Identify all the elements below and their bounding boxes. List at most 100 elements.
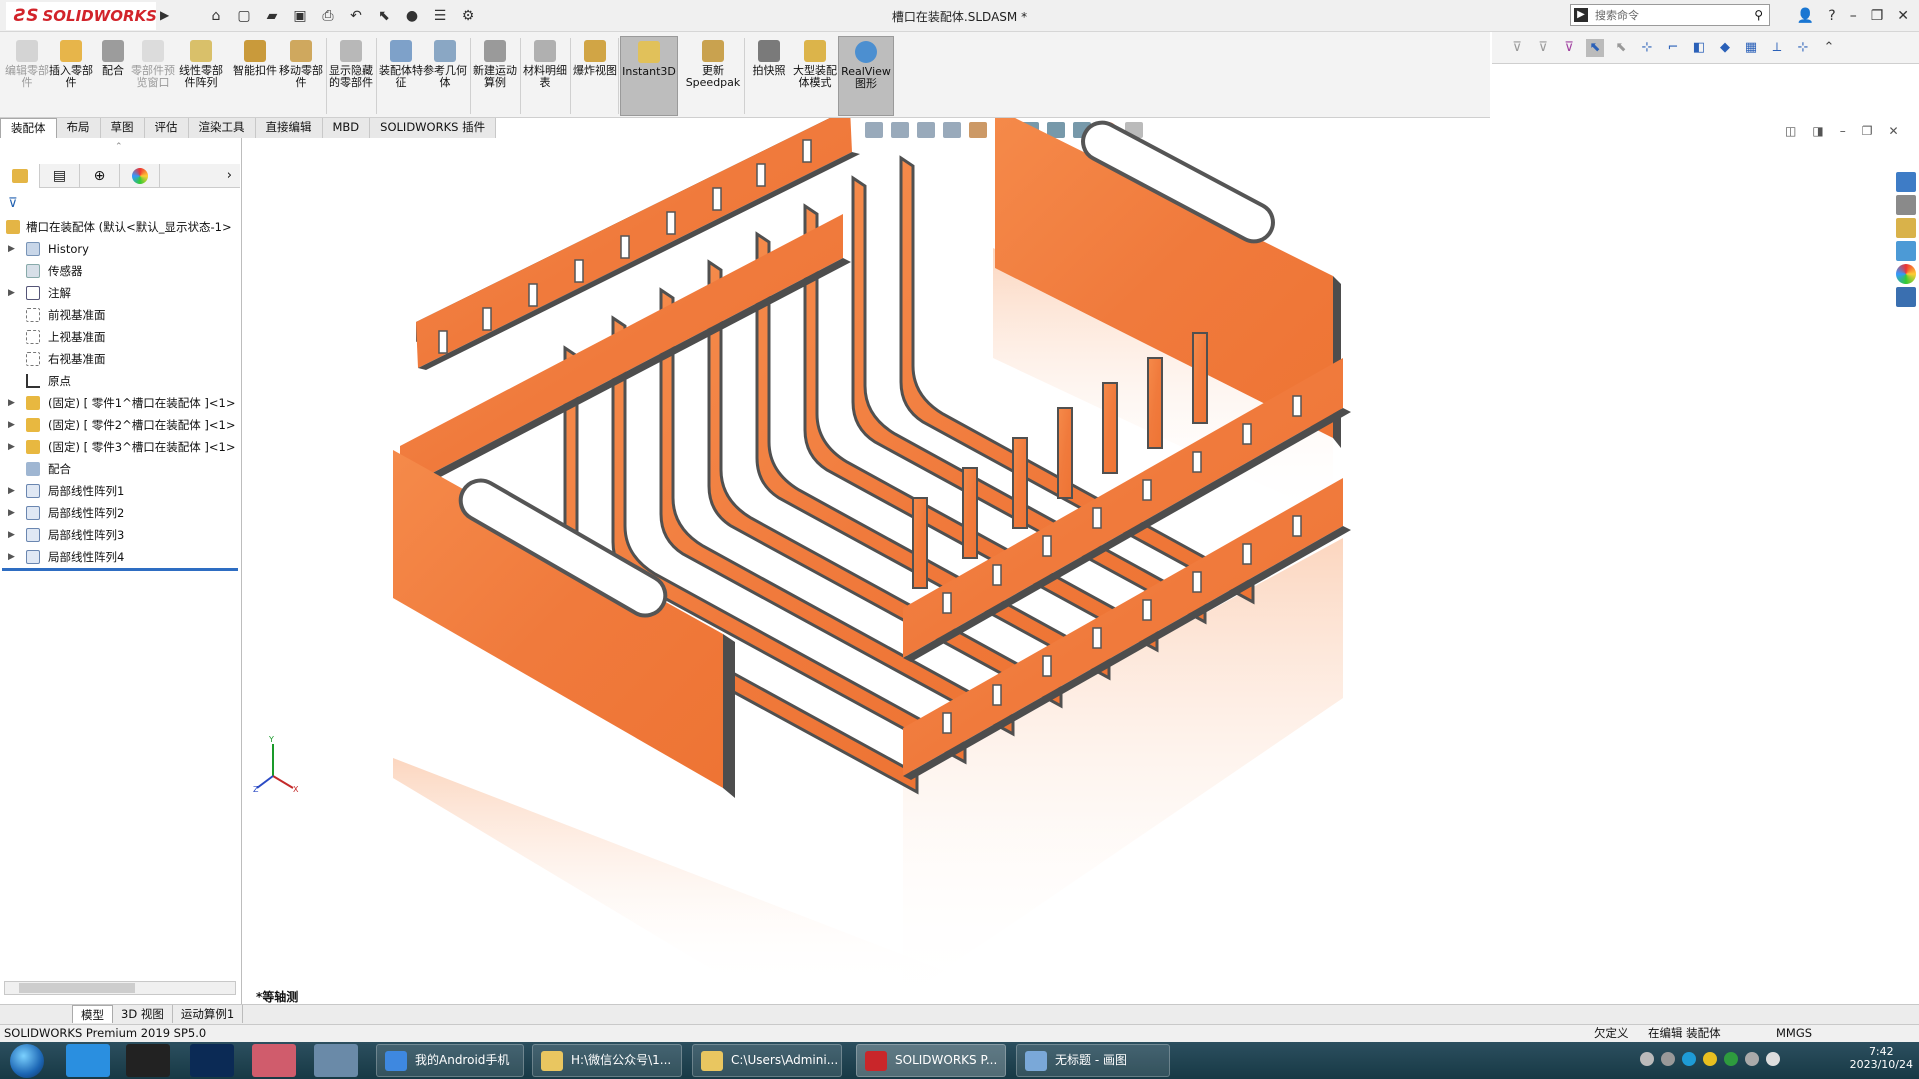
tree-item-pattern1[interactable]: ▶ 局部线性阵列1: [0, 480, 240, 502]
filter-components-icon[interactable]: ▦: [1742, 39, 1760, 57]
tree-item-annotations[interactable]: ▶ 注解: [0, 282, 240, 304]
take-snapshot-button[interactable]: 拍快照: [746, 36, 792, 116]
tab-model[interactable]: 模型: [72, 1005, 113, 1023]
graphics-area[interactable]: Y X Z: [243, 118, 1893, 1004]
realview-graphics-button[interactable]: RealView图形: [838, 36, 894, 116]
new-motion-study-button[interactable]: 新建运动算例: [472, 36, 518, 116]
show-hidden-components-button[interactable]: 显示隐藏的零部件: [328, 36, 374, 116]
rebuild-icon[interactable]: ●: [401, 5, 423, 27]
start-button[interactable]: [10, 1044, 44, 1078]
update-speedpak-button[interactable]: 更新Speedpak: [684, 36, 742, 116]
search-box[interactable]: ▶ 搜索命令 ⚲: [1570, 4, 1770, 26]
open-icon[interactable]: ▰: [261, 5, 283, 27]
view-palette-icon[interactable]: [1896, 241, 1916, 261]
tab-layout[interactable]: 布局: [56, 118, 101, 138]
select-icon[interactable]: ⬉: [373, 5, 395, 27]
horizontal-scrollbar[interactable]: [4, 981, 236, 995]
filter-vertices-icon[interactable]: ⊹: [1638, 39, 1656, 57]
filter-solid-bodies-icon[interactable]: ◆: [1716, 39, 1734, 57]
app-icon[interactable]: [126, 1044, 170, 1077]
appearances-icon[interactable]: [1896, 264, 1916, 284]
exploded-view-button[interactable]: 爆炸视图: [572, 36, 618, 116]
undo-icon[interactable]: ↶: [345, 5, 367, 27]
file-properties-icon[interactable]: ☰: [429, 5, 451, 27]
panel-collapse-icon[interactable]: ⌃: [115, 142, 123, 152]
tree-item-part2[interactable]: ▶ (固定) [ 零件2^槽口在装配体 ]<1>: [0, 414, 240, 436]
tab-display-manager[interactable]: [120, 164, 160, 188]
taskbar-folder-users[interactable]: C:\Users\Admini...: [692, 1044, 842, 1077]
tab-feature-manager[interactable]: [0, 164, 40, 188]
tree-item-pattern3[interactable]: ▶ 局部线性阵列3: [0, 524, 240, 546]
restore-icon[interactable]: ❐: [1871, 8, 1884, 24]
component-preview-button[interactable]: 零部件预览窗口: [130, 36, 176, 116]
expand-icon[interactable]: ▶: [8, 524, 15, 546]
rollback-bar[interactable]: [2, 568, 238, 571]
expand-icon[interactable]: ▶: [8, 436, 15, 458]
tree-item-top-plane[interactable]: 上视基准面: [0, 326, 240, 348]
assembly-features-button[interactable]: 装配体特征: [378, 36, 424, 116]
filter-dimension-icon[interactable]: ⊹: [1794, 39, 1812, 57]
tab-evaluate[interactable]: 评估: [144, 118, 189, 138]
reference-geometry-button[interactable]: 参考几何体: [422, 36, 468, 116]
app-icon[interactable]: [252, 1044, 296, 1077]
bluetooth-icon[interactable]: [1682, 1052, 1696, 1066]
move-component-button[interactable]: 移动零部件: [278, 36, 324, 116]
tree-item-part1[interactable]: ▶ (固定) [ 零件1^槽口在装配体 ]<1>: [0, 392, 240, 414]
filter-icon[interactable]: ⊽: [8, 196, 18, 211]
tree-item-history[interactable]: ▶ History: [0, 238, 240, 260]
photoshop-icon[interactable]: [190, 1044, 234, 1077]
smart-fasteners-button[interactable]: 智能扣件: [232, 36, 278, 116]
close-icon[interactable]: ✕: [1897, 8, 1909, 24]
expand-icon[interactable]: ▶: [8, 502, 15, 524]
bill-of-materials-button[interactable]: 材料明细表: [522, 36, 568, 116]
tab-assembly[interactable]: 装配体: [0, 118, 57, 138]
filter-sketch-icon[interactable]: ⟂: [1768, 39, 1786, 57]
solidworks-resources-icon[interactable]: [1896, 172, 1916, 192]
tree-item-sensors[interactable]: 传感器: [0, 260, 240, 282]
select-other-icon[interactable]: ⬉: [1612, 39, 1630, 57]
edit-component-button[interactable]: 编辑零部件: [4, 36, 50, 116]
new-document-icon[interactable]: ▢: [233, 5, 255, 27]
filter-icon[interactable]: ⊽: [1508, 39, 1526, 57]
options-gear-icon[interactable]: ⚙: [457, 5, 479, 27]
minimize-icon[interactable]: –: [1850, 8, 1857, 24]
filter-edges-icon[interactable]: ⌐: [1664, 39, 1682, 57]
expand-icon[interactable]: ▶: [8, 282, 15, 304]
help-icon[interactable]: ?: [1828, 8, 1835, 24]
design-library-icon[interactable]: [1896, 195, 1916, 215]
taskbar-paint[interactable]: 无标题 - 画图: [1016, 1044, 1170, 1077]
tab-3d-view[interactable]: 3D 视图: [113, 1005, 173, 1023]
select-pointer-icon[interactable]: ⬉: [1586, 38, 1604, 57]
large-assembly-mode-button[interactable]: 大型装配体模式: [792, 36, 838, 116]
insert-component-button[interactable]: 插入零部件: [48, 36, 94, 116]
expand-icon[interactable]: ▶: [8, 546, 15, 568]
network-icon[interactable]: [1661, 1052, 1675, 1066]
tree-item-front-plane[interactable]: 前视基准面: [0, 304, 240, 326]
file-explorer-icon[interactable]: [1896, 218, 1916, 238]
clock[interactable]: 7:42 2023/10/24: [1850, 1042, 1913, 1079]
expand-icon[interactable]: ▶: [8, 392, 15, 414]
tree-item-mates[interactable]: 配合: [0, 458, 240, 480]
paint-tool-icon[interactable]: [314, 1044, 358, 1077]
unit-system[interactable]: MMGS: [1776, 1025, 1812, 1042]
baidu-netdisk-icon[interactable]: [66, 1044, 110, 1077]
home-icon[interactable]: ⌂: [205, 5, 227, 27]
tree-item-pattern4[interactable]: ▶ 局部线性阵列4: [0, 546, 240, 568]
panel-expand-icon[interactable]: ›: [160, 164, 240, 187]
tree-item-pattern2[interactable]: ▶ 局部线性阵列2: [0, 502, 240, 524]
user-icon[interactable]: 👤: [1797, 8, 1814, 24]
expand-icon[interactable]: ▶: [8, 480, 15, 502]
filter-toolbar-icon[interactable]: ⊽: [1534, 39, 1552, 57]
search-input[interactable]: 搜索命令: [1571, 7, 1754, 23]
more-chevron-icon[interactable]: ⌃: [1820, 39, 1838, 57]
tree-root[interactable]: 槽口在装配体 (默认<默认_显示状态-1>: [0, 216, 240, 238]
tree-item-origin[interactable]: 原点: [0, 370, 240, 392]
qq-icon[interactable]: [1703, 1052, 1717, 1066]
filter-faces-icon[interactable]: ◧: [1690, 39, 1708, 57]
save-icon[interactable]: ▣: [289, 5, 311, 27]
linear-pattern-button[interactable]: 线性零部件阵列: [178, 36, 224, 116]
flyout-arrow-icon[interactable]: ▶: [160, 8, 169, 22]
tab-property-manager[interactable]: ▤: [40, 164, 80, 188]
expand-icon[interactable]: ▶: [8, 414, 15, 436]
tab-motion-study[interactable]: 运动算例1: [173, 1005, 244, 1023]
